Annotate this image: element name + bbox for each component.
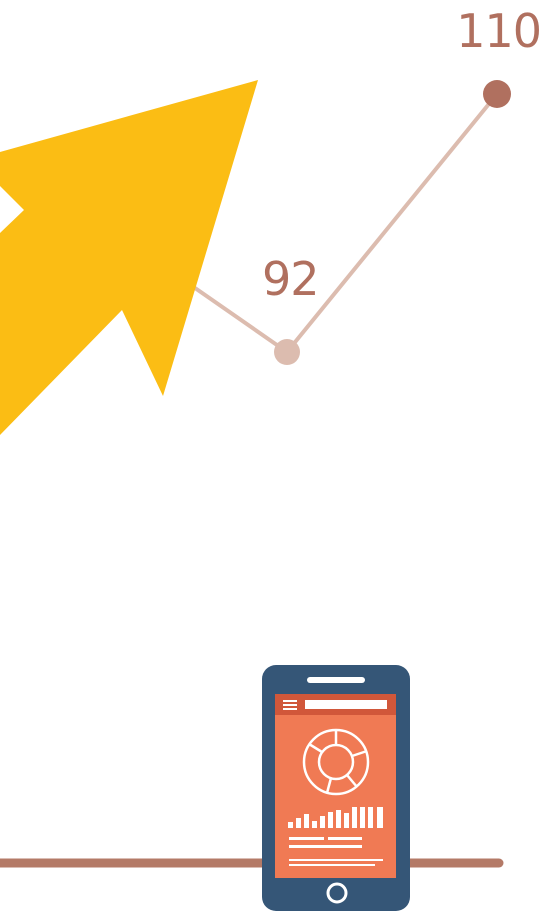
phone-speaker — [307, 677, 365, 683]
hamburger-menu-icon — [283, 700, 297, 710]
data-label-92: 92 — [262, 252, 320, 306]
data-point-mid — [274, 339, 300, 365]
data-point-high — [483, 80, 511, 108]
phone-screen — [275, 694, 396, 878]
illustration-canvas: 110 92 — [0, 0, 541, 911]
illustration-svg — [0, 80, 511, 911]
data-label-110: 110 — [456, 4, 541, 58]
trend-arrow-icon — [0, 80, 258, 435]
phone-header-bar — [305, 700, 387, 709]
smartphone-icon — [262, 665, 410, 911]
